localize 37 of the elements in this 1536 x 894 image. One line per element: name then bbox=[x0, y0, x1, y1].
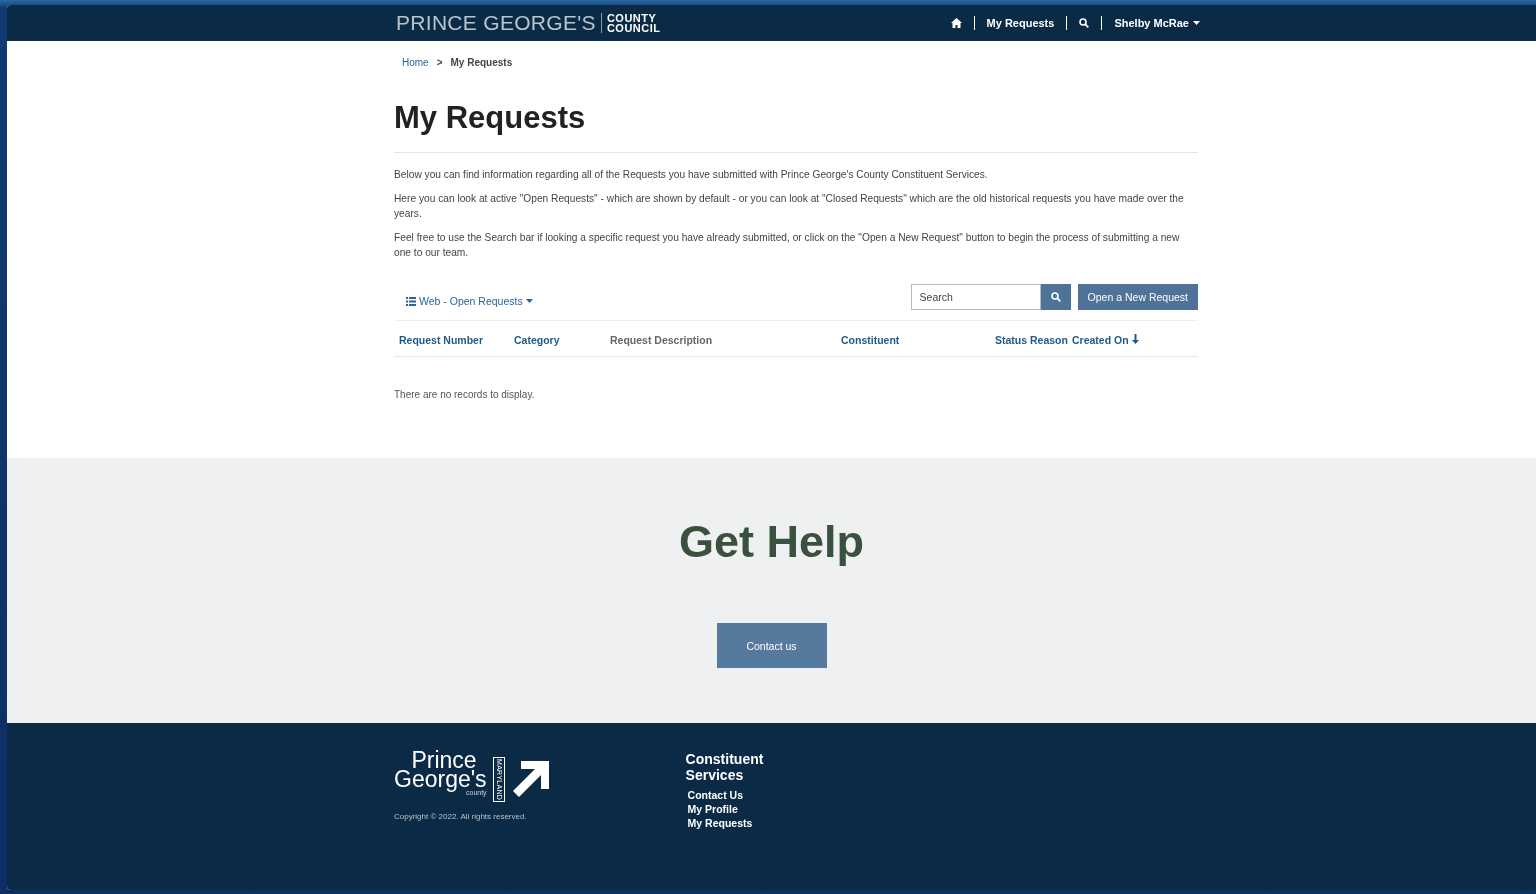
footer-link[interactable]: My Profile bbox=[687, 803, 776, 815]
intro-paragraph: Below you can find information regarding all of the Requests you have submitted with Prince George's County Constituent Services. bbox=[394, 168, 989, 182]
search-button[interactable] bbox=[1040, 284, 1071, 310]
logo-text: COUNTY bbox=[606, 13, 658, 23]
contact-button[interactable]: Contact us bbox=[716, 623, 827, 668]
help-title: Get Help bbox=[678, 516, 864, 568]
view-dropdown[interactable]: Web - Open Requests bbox=[406, 295, 533, 307]
footer-heading: Constituent Services bbox=[685, 751, 765, 783]
search-icon[interactable] bbox=[1079, 18, 1090, 28]
search-field[interactable]: Search bbox=[910, 284, 1041, 310]
caret-icon bbox=[1193, 21, 1200, 25]
breadcrumb-separator: > bbox=[436, 57, 443, 68]
breadcrumb-link[interactable]: Home bbox=[402, 57, 429, 68]
copyright-text: Copyright © 2022. All rights reserved. bbox=[394, 812, 528, 822]
column-header: Request Description bbox=[610, 333, 714, 348]
footer-link[interactable]: Contact Us bbox=[687, 789, 776, 801]
logo-text: COUNCIL bbox=[606, 23, 661, 33]
search-icon bbox=[1050, 292, 1061, 302]
breadcrumb-current: My Requests bbox=[450, 57, 513, 68]
empty-message: There are no records to display. bbox=[394, 389, 536, 400]
page-title: My Requests bbox=[394, 100, 587, 136]
new-request-button[interactable]: Open a New Request bbox=[1077, 284, 1198, 310]
column-header[interactable]: Constituent bbox=[841, 333, 995, 348]
column-header[interactable]: Request Number bbox=[399, 333, 514, 348]
logo-text: PRINCE GEORGE'S bbox=[396, 11, 596, 35]
intro-paragraph: Feel free to use the Search bar if looking a specific request you have already submitted, or click on the "Open a New Request" button to begin the process of submitting a new one to our team. bbox=[394, 231, 1181, 260]
nav-link[interactable]: My Requests bbox=[986, 17, 1055, 29]
intro-paragraph: Here you can look at active "Open Requests" - which are shown by default - or you can look at "Closed Requests" which are the old historical requests you have made over the years. bbox=[394, 192, 1185, 221]
caret-icon bbox=[525, 299, 533, 303]
column-header[interactable]: Category bbox=[514, 333, 610, 348]
user-menu[interactable]: Shelby McRae bbox=[1114, 17, 1200, 29]
column-header[interactable]: Status Reason bbox=[995, 333, 1072, 348]
list-icon bbox=[406, 296, 416, 306]
home-icon[interactable] bbox=[950, 18, 962, 28]
column-header[interactable]: Created On bbox=[1072, 333, 1203, 348]
footer-link[interactable]: My Requests bbox=[687, 817, 776, 829]
logo-text: Prince bbox=[411, 751, 477, 770]
